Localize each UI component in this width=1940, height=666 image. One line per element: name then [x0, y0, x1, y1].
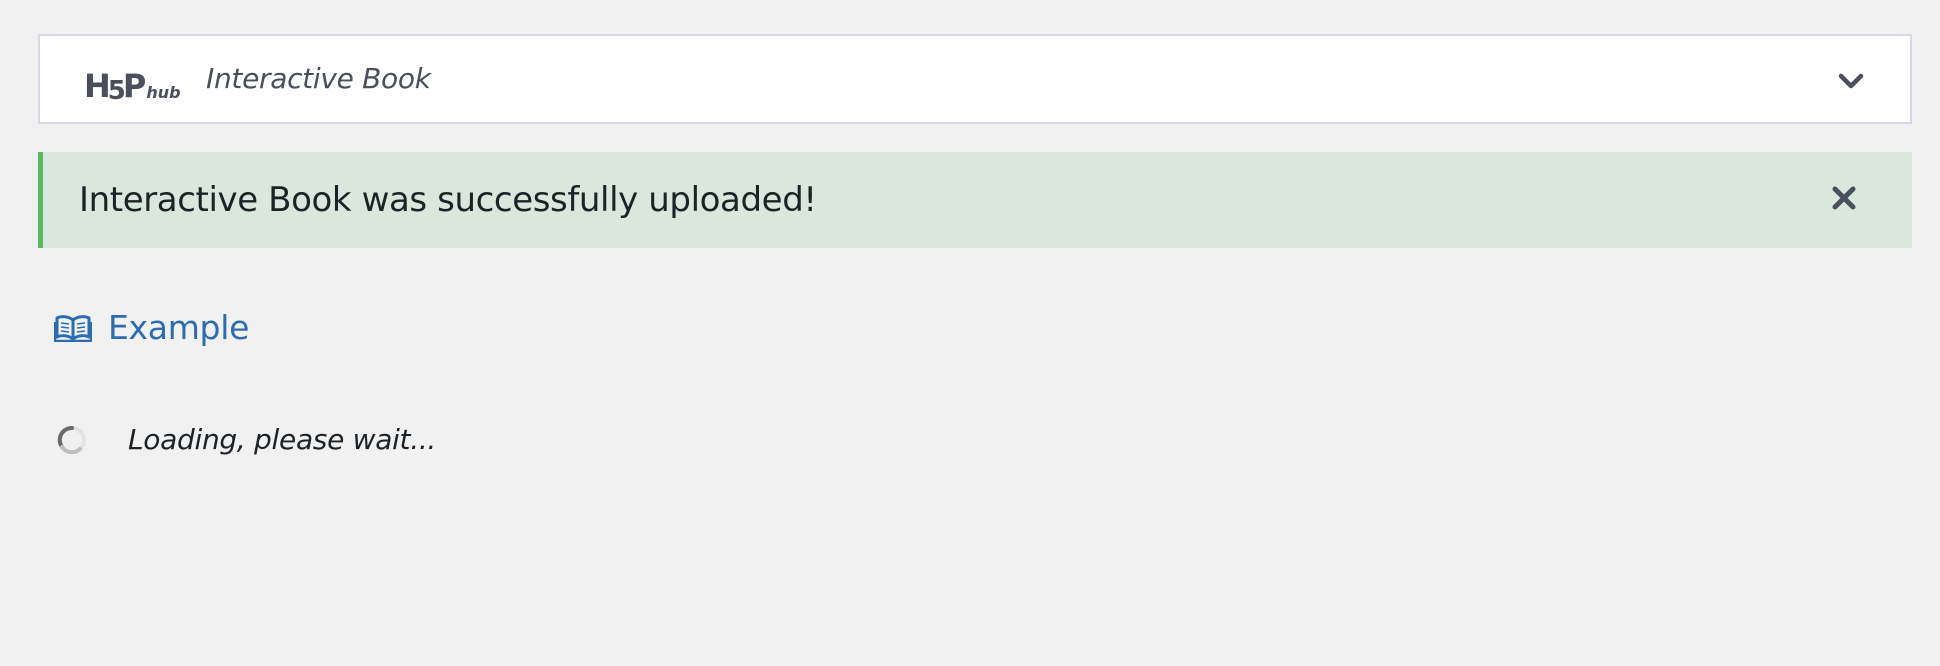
content-title[interactable]: Example [108, 306, 249, 350]
notice-message: Interactive Book was successfully upload… [79, 180, 817, 220]
loading-indicator: Loading, please wait... [56, 418, 436, 462]
hub-selector-bar[interactable]: H5P hub Interactive Book [38, 34, 1912, 124]
success-notice: Interactive Book was successfully upload… [38, 152, 1912, 248]
h5p-hub-logo: H5P hub [84, 62, 181, 106]
loading-message: Loading, please wait... [128, 423, 437, 456]
book-open-icon [53, 314, 93, 343]
spinner-icon [56, 424, 88, 456]
close-icon[interactable] [1828, 182, 1860, 214]
h5p-logo-text: H5P [84, 67, 146, 106]
chevron-down-icon[interactable] [1836, 66, 1866, 96]
selected-content-type: Interactive Book [206, 62, 431, 95]
content-title-link[interactable]: Example [53, 306, 249, 350]
hub-logo-text: hub [146, 83, 181, 102]
